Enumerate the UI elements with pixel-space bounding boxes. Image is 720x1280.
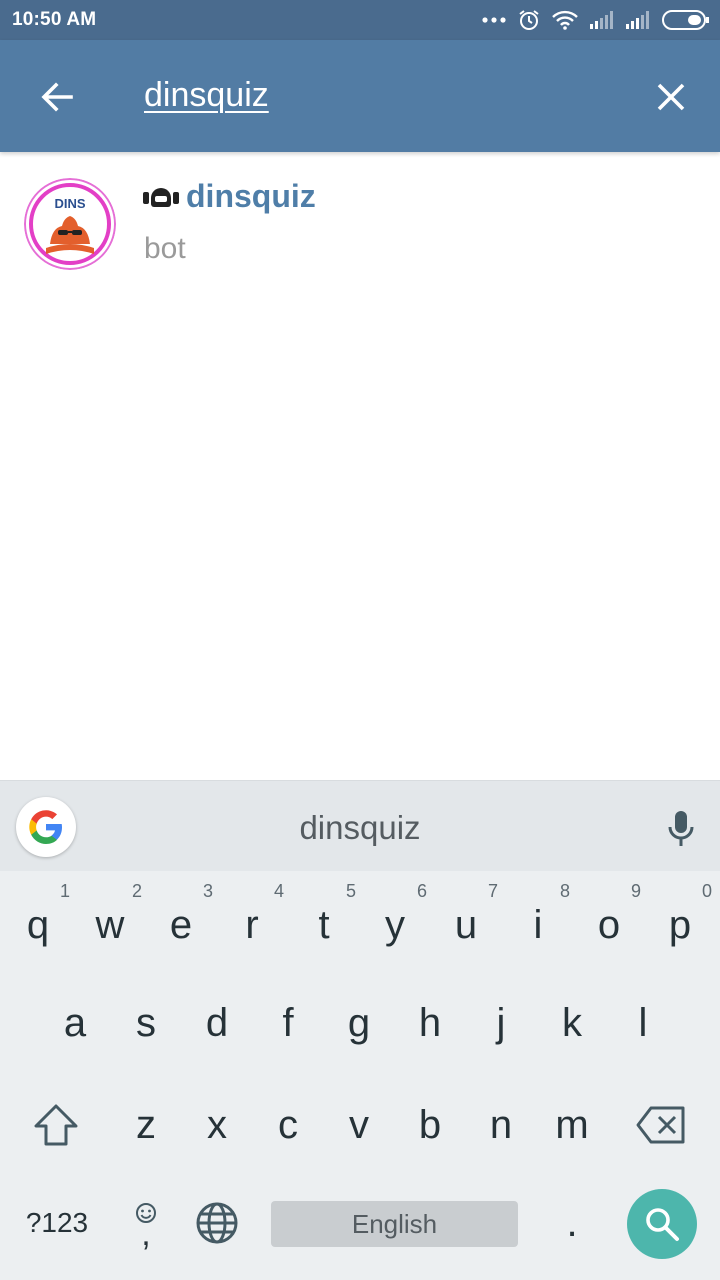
voice-input-button[interactable] xyxy=(660,805,702,853)
status-bar: 10:50 AM xyxy=(0,0,720,40)
key-hint: 9 xyxy=(630,881,641,901)
key-p[interactable]: p0 xyxy=(644,875,716,975)
key-s[interactable]: s xyxy=(110,973,182,1073)
search-action-key[interactable] xyxy=(627,1189,697,1259)
signal-icon-2 xyxy=(626,11,649,29)
microphone-icon xyxy=(668,811,694,846)
key-hint: 4 xyxy=(273,881,284,901)
key-e[interactable]: e3 xyxy=(145,875,217,975)
more-dots-icon xyxy=(482,17,506,23)
key-r[interactable]: r4 xyxy=(216,875,288,975)
status-time: 10:50 AM xyxy=(12,9,97,30)
key-z[interactable]: z xyxy=(110,1075,182,1175)
comma-label: , xyxy=(141,1215,151,1253)
signal-icon xyxy=(590,11,613,29)
backspace-icon xyxy=(636,1106,685,1144)
key-n[interactable]: n xyxy=(465,1075,537,1175)
key-hint: 0 xyxy=(701,881,712,901)
key-label: i xyxy=(533,902,543,947)
result-name: dinsquiz xyxy=(186,178,316,214)
search-result-item[interactable]: DINS dinsquiz bot xyxy=(0,152,720,296)
key-q[interactable]: q1 xyxy=(2,875,74,975)
shift-key[interactable] xyxy=(20,1075,92,1175)
backspace-key[interactable] xyxy=(625,1075,697,1175)
language-key[interactable] xyxy=(181,1173,253,1273)
key-i[interactable]: i8 xyxy=(502,875,574,975)
key-v[interactable]: v xyxy=(323,1075,395,1175)
period-key[interactable]: . xyxy=(536,1173,608,1273)
key-x[interactable]: x xyxy=(181,1075,253,1175)
key-y[interactable]: y6 xyxy=(359,875,431,975)
shift-icon xyxy=(34,1104,78,1146)
bot-icon xyxy=(143,188,179,207)
symbols-key[interactable]: ?123 xyxy=(14,1173,100,1273)
status-icons xyxy=(482,8,710,32)
key-label: t xyxy=(318,902,330,947)
key-w[interactable]: w2 xyxy=(74,875,146,975)
avatar-logo-text: DINS xyxy=(54,196,85,211)
key-label: q xyxy=(26,902,50,947)
key-u[interactable]: u7 xyxy=(430,875,502,975)
key-hint: 3 xyxy=(202,881,213,901)
clear-search-button[interactable] xyxy=(644,70,698,124)
comma-key[interactable]: , xyxy=(110,1173,182,1273)
globe-icon xyxy=(196,1202,238,1244)
wifi-icon xyxy=(552,10,578,30)
key-hint: 2 xyxy=(131,881,142,901)
key-label: w xyxy=(95,902,125,947)
suggestion-word[interactable]: dinsquiz xyxy=(0,809,720,847)
key-o[interactable]: o9 xyxy=(573,875,645,975)
key-k[interactable]: k xyxy=(536,973,608,1073)
key-hint: 6 xyxy=(416,881,427,901)
key-label: y xyxy=(385,902,405,947)
key-j[interactable]: j xyxy=(465,973,537,1073)
key-label: u xyxy=(454,902,478,947)
close-icon xyxy=(657,83,685,111)
key-h[interactable]: h xyxy=(394,973,466,1073)
arrow-left-icon xyxy=(41,82,73,112)
key-hint: 5 xyxy=(345,881,356,901)
alarm-icon xyxy=(519,10,539,30)
result-subtitle: bot xyxy=(144,232,186,265)
key-label: o xyxy=(597,902,621,947)
search-input[interactable]: dinsquiz xyxy=(144,76,269,115)
key-label: r xyxy=(245,902,259,947)
on-screen-keyboard: dinsquiz q1 w2 e3 r4 t5 y6 u7 i8 o9 p0 a… xyxy=(0,780,720,1280)
key-b[interactable]: b xyxy=(394,1075,466,1175)
key-d[interactable]: d xyxy=(181,973,253,1073)
key-m[interactable]: m xyxy=(536,1075,608,1175)
battery-icon xyxy=(662,10,709,30)
key-t[interactable]: t5 xyxy=(288,875,360,975)
avatar: DINS xyxy=(24,178,116,270)
key-label: e xyxy=(169,902,193,947)
key-l[interactable]: l xyxy=(607,973,679,1073)
key-hint: 7 xyxy=(487,881,498,901)
suggestion-bar: dinsquiz xyxy=(0,781,720,871)
search-app-bar: dinsquiz xyxy=(0,40,720,152)
key-g[interactable]: g xyxy=(323,973,395,1073)
key-hint: 1 xyxy=(59,881,70,901)
back-button[interactable] xyxy=(30,70,84,124)
key-a[interactable]: a xyxy=(39,973,111,1073)
search-icon xyxy=(646,1208,679,1241)
key-label: p xyxy=(668,902,692,947)
space-key[interactable]: English xyxy=(271,1201,518,1247)
key-c[interactable]: c xyxy=(252,1075,324,1175)
key-hint: 8 xyxy=(559,881,570,901)
key-f[interactable]: f xyxy=(252,973,324,1073)
